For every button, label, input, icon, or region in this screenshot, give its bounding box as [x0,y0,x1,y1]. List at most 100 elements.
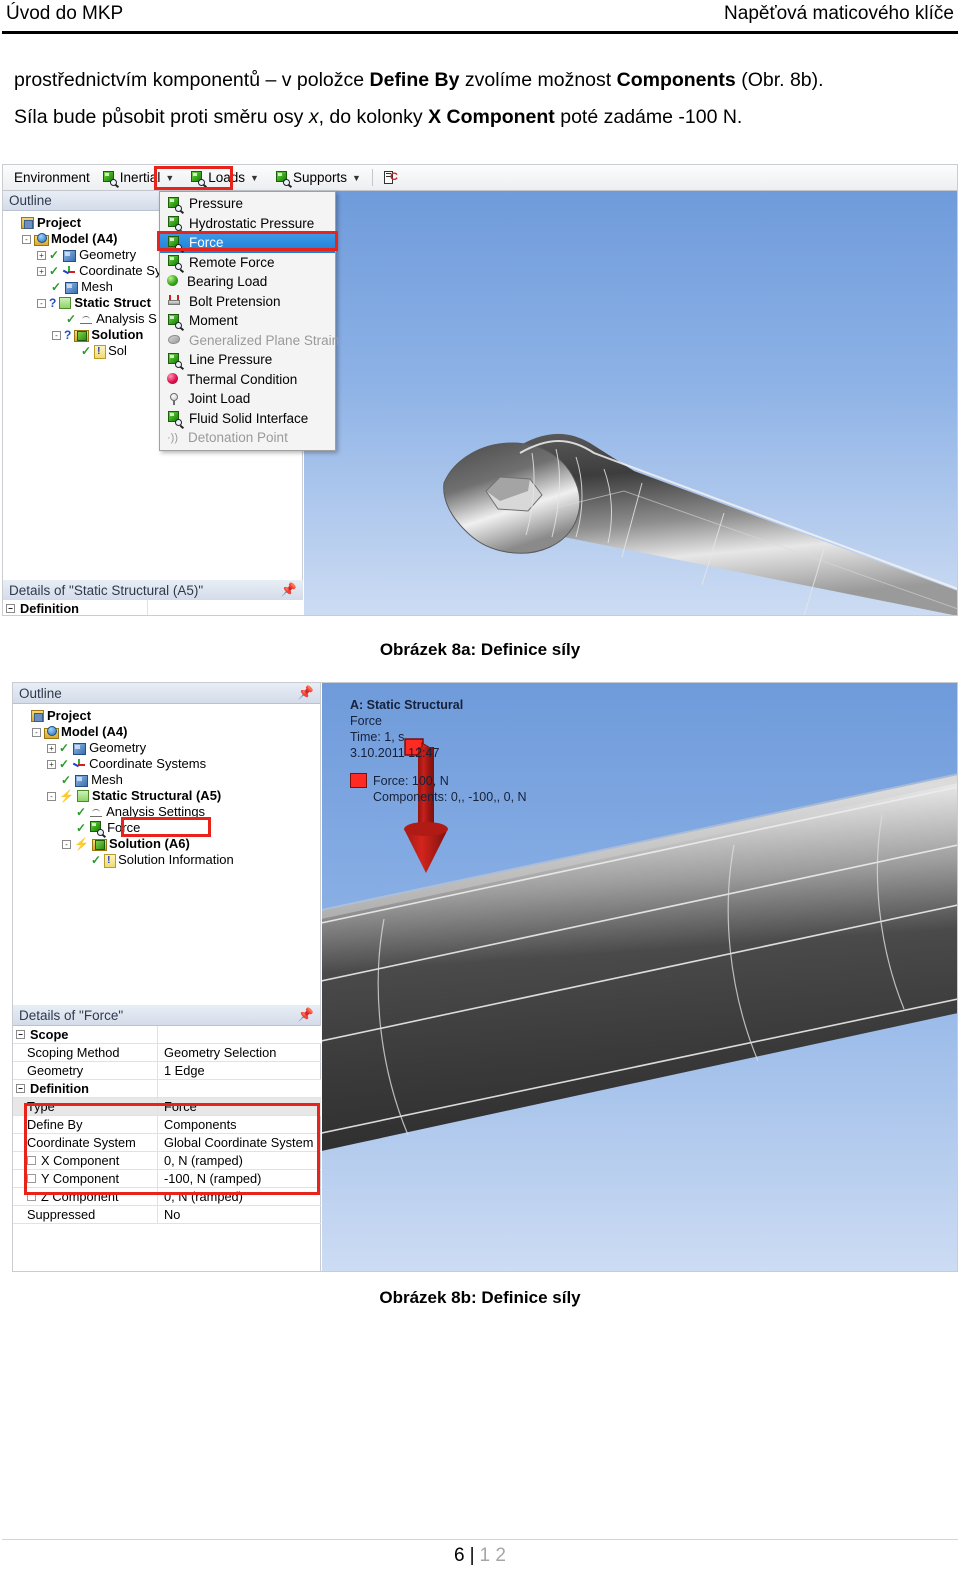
viewport-3d-a[interactable] [304,191,957,615]
tree-item[interactable]: - Model (A4) [17,724,320,740]
details-value-cell[interactable]: Force [158,1098,321,1115]
details-grid-b[interactable]: − Scope Scoping Method Geometry Selection Ge… [13,1026,321,1224]
details-row[interactable]: Geometry 1 Edge [13,1062,321,1080]
row-checkbox[interactable] [27,1174,36,1183]
green-cube-icon [167,255,182,271]
details-value-cell[interactable]: 0, N (ramped) [158,1152,321,1169]
menu-item-label: Force [189,235,224,251]
menu-item-bolt-pretension[interactable]: Bolt Pretension [160,292,335,312]
tree-item[interactable]: - ⚡ Static Structural (A5) [17,788,320,804]
menu-item-thermal-condition[interactable]: Thermal Condition [160,370,335,390]
details-row[interactable]: Suppressed No [13,1206,321,1224]
expand-icon[interactable]: + [47,759,56,769]
details-row[interactable]: Define By Components [13,1116,321,1134]
tree-item[interactable]: + ✓ Geometry [17,740,320,756]
details-row[interactable]: − Scope [13,1026,321,1044]
details-value-cell[interactable]: Components [158,1116,321,1133]
green-cube-icon [89,821,105,836]
details-value-cell[interactable]: -100, N (ramped) [158,1170,321,1187]
toolbar-inertial-button[interactable]: Inertial ▼ [97,168,179,187]
details-label-cell: Define By [13,1116,158,1133]
details-row[interactable]: Coordinate System Global Coordinate Syste… [13,1134,321,1152]
model-icon [44,726,59,739]
details-value-cell[interactable]: Geometry Selection [158,1044,321,1061]
tree-item[interactable]: + ✓ Coordinate Systems [17,756,320,772]
lightning-icon: ⚡ [59,788,74,803]
menu-item-remote-force[interactable]: Remote Force [160,253,335,273]
toolbar-conditions-button[interactable]: C [379,169,402,187]
outline-tree-b[interactable]: Project - Model (A4) + ✓ Geometry + ✓ Coordinate… [13,704,320,870]
solution-icon [74,329,90,342]
details-label-text: Geometry [27,1063,84,1078]
menu-item-force[interactable]: Force [160,233,335,253]
pin-icon[interactable]: 📌 [298,1007,314,1023]
tree-item[interactable]: Project [17,708,320,724]
details-value-cell[interactable]: No [158,1206,321,1223]
collapse-icon[interactable]: − [16,1084,25,1093]
details-label-cell: Scoping Method [13,1044,158,1061]
details-panel-title-b: Details of "Force" 📌 [13,1005,320,1026]
figure-8a-screenshot: Environment Inertial ▼ Loads ▼ Supports … [2,164,958,616]
toolbar-inertial-label: Inertial [119,170,161,185]
details-title-text-a: Details of "Static Structural (A5)" [9,582,204,598]
details-value-cell[interactable]: Global Coordinate System [158,1134,321,1151]
tree-item[interactable]: - ⚡ Solution (A6) [17,836,320,852]
details-row[interactable]: Type Force [13,1098,321,1116]
para2-seg-a: Síla bude působit proti směru osy [14,106,309,128]
details-label-text: Coordinate System [27,1135,136,1150]
toolbar-environment-label: Environment [9,168,95,187]
menu-item-pressure[interactable]: Pressure [160,194,335,214]
loads-dropdown-menu[interactable]: Pressure Hydrostatic Pressure Force Remote … [159,191,339,451]
expand-icon[interactable]: + [37,250,46,260]
toolbar-supports-button[interactable]: Supports ▼ [270,168,366,187]
collapse-icon[interactable]: - [47,791,56,801]
details-row[interactable]: Z Component 0, N (ramped) [13,1188,321,1206]
tree-item[interactable]: ✓ Solution Information [17,851,320,870]
pin-icon[interactable]: 📌 [281,582,297,598]
coordinate-system-icon [62,265,76,277]
row-checkbox[interactable] [27,1192,36,1201]
details-label-cell: − Definition [13,1080,158,1097]
collapse-icon[interactable]: − [16,1030,25,1039]
toolbar-loads-button[interactable]: Loads ▼ [185,168,264,187]
body-text: prostřednictvím komponentů – v položce D… [14,62,948,136]
menu-item-bearing-load[interactable]: Bearing Load [160,272,335,292]
details-row[interactable]: Scoping Method Geometry Selection [13,1044,321,1062]
row-checkbox[interactable] [27,1156,36,1165]
menu-item-fluid-solid-interface[interactable]: Fluid Solid Interface [160,409,335,429]
viewport-3d-b[interactable]: A: Static Structural Force Time: 1, s 3.… [322,683,957,1271]
environment-toolbar[interactable]: Environment Inertial ▼ Loads ▼ Supports … [3,165,957,191]
details-row[interactable]: Y Component -100, N (ramped) [13,1170,321,1188]
expand-icon[interactable]: + [47,743,56,753]
tree-item[interactable]: ✓ Analysis Settings [17,804,320,820]
tree-item-label: Solution Information [118,851,234,867]
para1-bold-define-by: Define By [369,69,460,91]
menu-item-moment[interactable]: Moment [160,311,335,331]
details-title-text-b: Details of "Force" [19,1007,124,1023]
chevron-down-icon: ▼ [250,172,259,183]
menu-item-joint-load[interactable]: Joint Load [160,389,335,409]
expand-icon[interactable]: + [37,266,46,276]
figure-8b-caption-text: Obrázek 8b: Definice síly [379,1288,581,1307]
solution-icon [91,838,107,851]
collapse-icon[interactable]: − [6,604,15,613]
collapse-icon[interactable]: - [22,234,31,244]
collapse-icon[interactable]: - [62,839,71,849]
static-structural-icon [59,297,72,309]
menu-item-line-pressure[interactable]: Line Pressure [160,350,335,370]
tree-item-label: Solution [91,326,144,342]
collapse-icon[interactable]: - [52,330,61,340]
menu-item-hydrostatic-pressure[interactable]: Hydrostatic Pressure [160,214,335,234]
collapse-icon[interactable]: - [37,298,46,308]
lightning-icon: ⚡ [74,836,89,851]
collapse-icon[interactable]: - [32,727,41,737]
tree-item[interactable]: ✓ Mesh [17,772,320,788]
pin-icon[interactable]: 📌 [298,685,314,701]
bolt-pretension-icon [167,294,182,308]
tree-item-label: Mesh [91,771,123,787]
details-row[interactable]: − Definition [13,1080,321,1098]
details-value-cell[interactable]: 1 Edge [158,1062,321,1079]
details-row[interactable]: X Component 0, N (ramped) [13,1152,321,1170]
details-value-cell[interactable]: 0, N (ramped) [158,1188,321,1205]
tree-item[interactable]: ✓ Force [17,820,320,836]
